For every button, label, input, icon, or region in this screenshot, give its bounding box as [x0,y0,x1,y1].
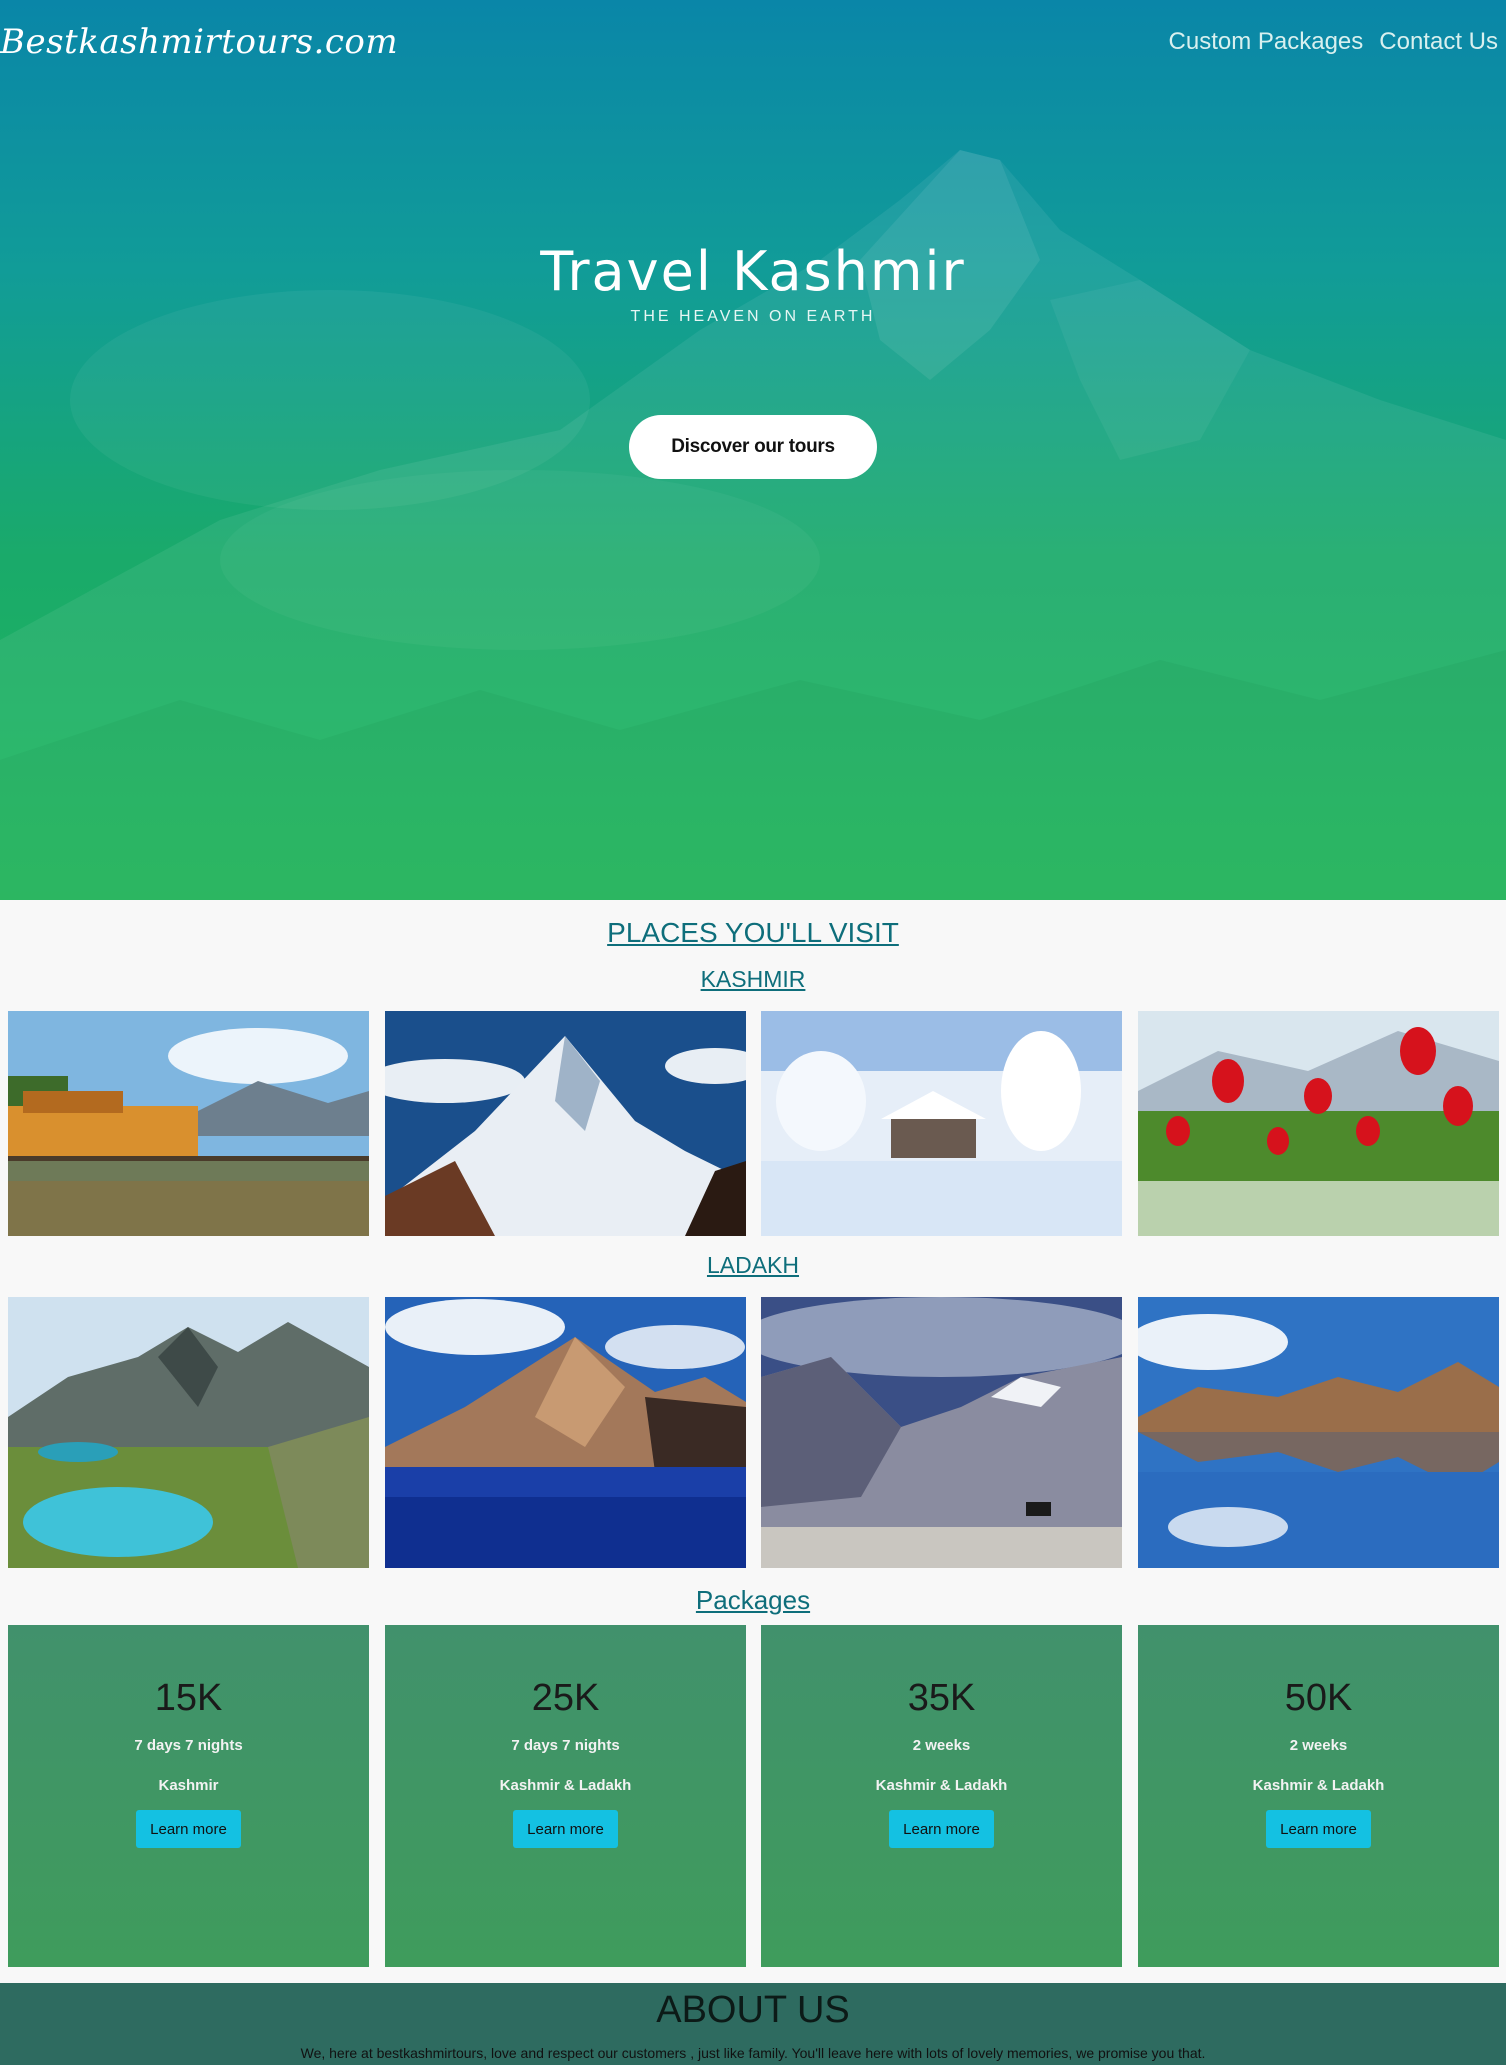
package-price: 25K [531,1677,600,1719]
ladakh-mountain-lake-image [385,1297,746,1568]
packages-heading: Packages [695,1585,811,1615]
about-section: ABOUT US We, here at bestkashmirtours, l… [0,1983,1506,2065]
package-destination: Kashmir & Ladakh [875,1777,1008,1794]
package-card: 25K 7 days 7 nights Kashmir & Ladakh Lea… [385,1625,746,1967]
site-logo[interactable]: Bestkashmirtours.com [0,22,398,62]
ladakh-alpine-lakes-image [8,1297,369,1568]
package-duration: 2 weeks [1289,1737,1348,1754]
kashmir-heading: KASHMIR [700,966,806,992]
ladakh-lake-reflection-image [1138,1297,1499,1568]
package-price: 15K [154,1677,223,1719]
package-card: 50K 2 weeks Kashmir & Ladakh Learn more [1138,1625,1499,1967]
package-destination: Kashmir & Ladakh [499,1777,632,1794]
about-text: We, here at bestkashmirtours, love and r… [300,2045,1206,2061]
kashmir-tulips-image [1138,1011,1499,1236]
learn-more-button[interactable]: Learn more [1266,1810,1371,1848]
ladakh-valley-image [761,1297,1122,1568]
kashmir-houseboats-image [8,1011,369,1236]
kashmir-snowy-peak-image [385,1011,746,1236]
hero-title: Travel Kashmir [540,240,966,303]
nav-contact-us[interactable]: Contact Us [1379,28,1498,56]
learn-more-button[interactable]: Learn more [136,1810,241,1848]
hero-banner: Bestkashmirtours.com Custom Packages Con… [0,0,1506,900]
hero-subtitle: THE HEAVEN ON EARTH [630,308,876,325]
main-nav: Custom Packages Contact Us [1169,28,1498,56]
learn-more-button[interactable]: Learn more [889,1810,994,1848]
package-duration: 7 days 7 nights [511,1737,620,1754]
package-destination: Kashmir & Ladakh [1252,1777,1385,1794]
package-duration: 2 weeks [912,1737,971,1754]
places-heading: PLACES YOU'LL VISIT [607,917,899,948]
package-destination: Kashmir [158,1777,219,1794]
package-price: 50K [1284,1677,1353,1719]
ladakh-heading: LADAKH [706,1252,800,1278]
package-card: 35K 2 weeks Kashmir & Ladakh Learn more [761,1625,1122,1967]
about-heading: ABOUT US [656,1989,850,2031]
package-card: 15K 7 days 7 nights Kashmir Learn more [8,1625,369,1967]
package-price: 35K [907,1677,976,1719]
learn-more-button[interactable]: Learn more [513,1810,618,1848]
discover-tours-button[interactable]: Discover our tours [629,415,877,479]
kashmir-snow-cabin-image [761,1011,1122,1236]
nav-custom-packages[interactable]: Custom Packages [1169,28,1364,56]
package-duration: 7 days 7 nights [134,1737,243,1754]
